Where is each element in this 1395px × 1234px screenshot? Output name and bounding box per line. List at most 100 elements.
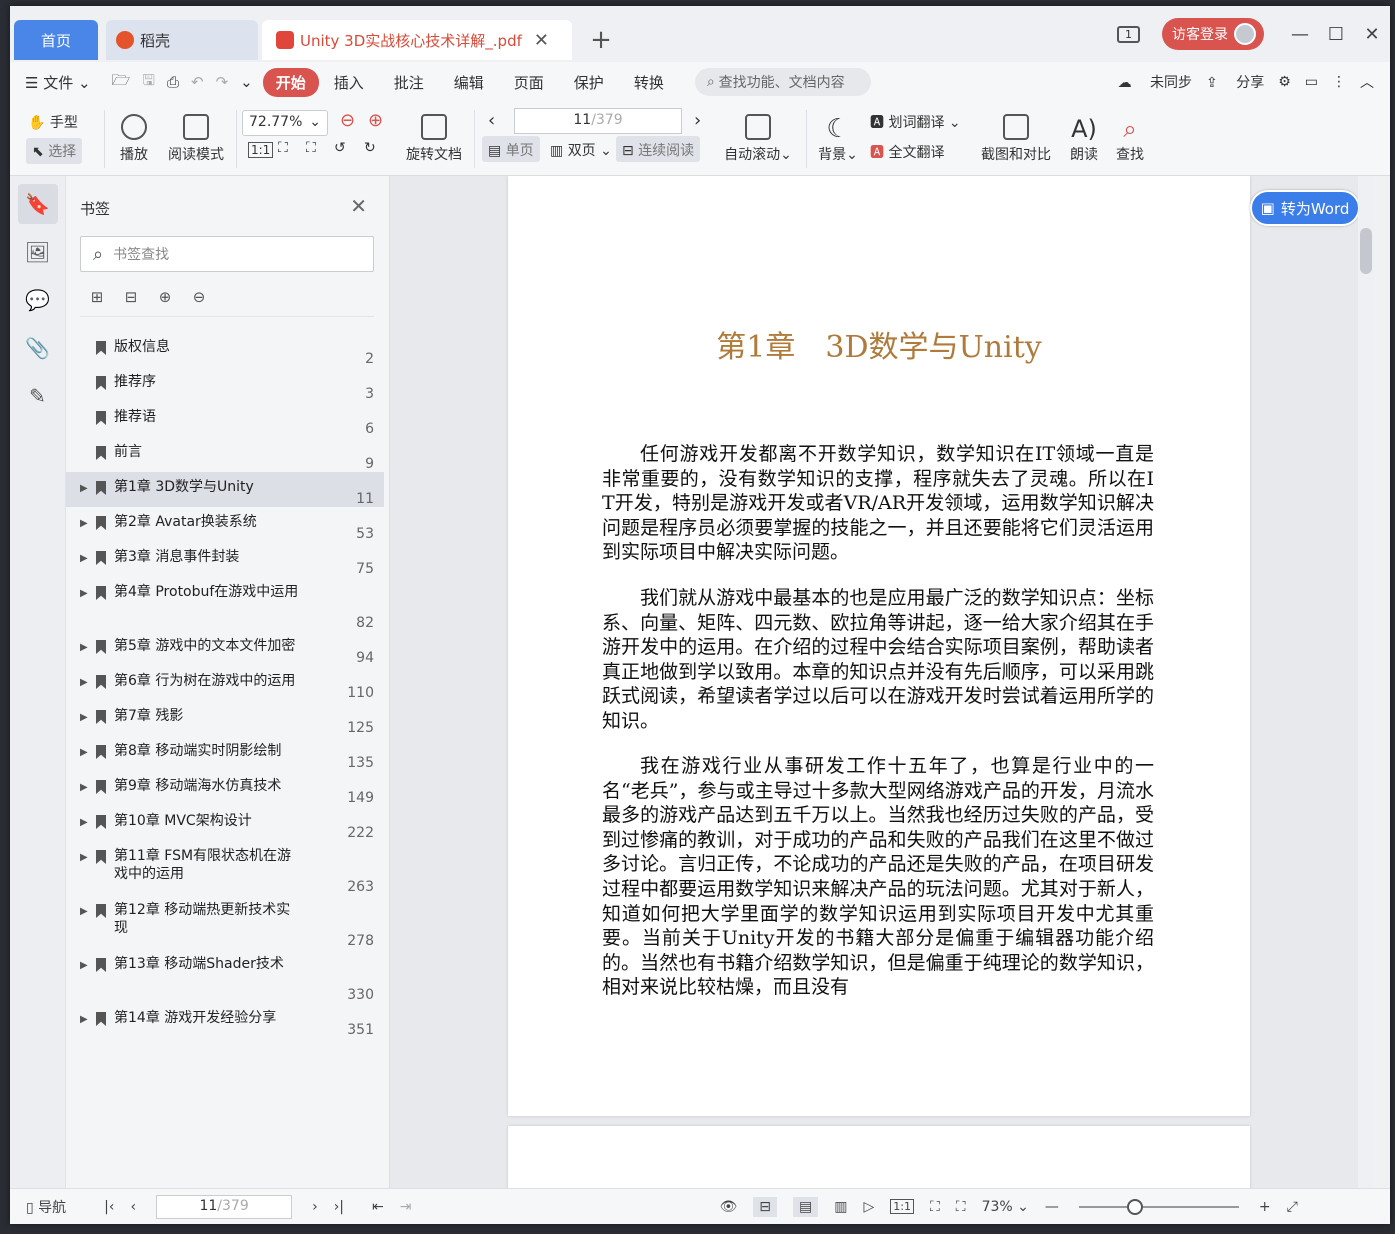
rotate-right-icon[interactable]: ↻ [364,140,376,156]
document-viewport[interactable]: 第1章 3D数学与Unity 任何游戏开发都离不开数学知识，数学知识在IT领域一… [390,176,1374,1188]
thumbnail-icon[interactable]: 🖼 [18,232,58,272]
rotate-doc-button[interactable]: 旋转文档 [402,114,466,164]
read-aloud-button[interactable]: A) 朗读 [1066,114,1102,164]
zoom-out-icon[interactable]: — [1045,1199,1059,1215]
print-icon[interactable]: ⎙ [161,73,185,91]
fit-page-icon[interactable]: ⛶ [278,140,288,156]
expand-arrow-icon[interactable]: ▶ [80,1014,94,1025]
fit-width-icon[interactable]: ⛶ [306,140,316,156]
bookmark-item[interactable]: ▶ 第6章 行为树在游戏中的运用 110 [66,666,384,701]
more-quick-icon[interactable]: ⌄ [234,73,263,91]
bookmark-item[interactable]: 前言 9 [66,437,384,472]
continuous-read-button[interactable]: ⊟ 连续阅读 [616,136,701,162]
fit-page-icon[interactable]: ⛶ [930,1199,940,1215]
minimize-icon[interactable]: — [1282,24,1318,45]
actual-size-icon[interactable]: 1:1 [248,142,274,158]
zoom-slider[interactable] [1078,1198,1239,1215]
bookmark-item[interactable]: ▶ 第11章 FSM有限状态机在游戏中的运用 263 [66,841,384,895]
bookmark-item[interactable]: ▶ 第4章 Protobuf在游戏中运用 82 [66,577,384,631]
menu-annotate[interactable]: 批注 [379,72,439,93]
expand-arrow-icon[interactable]: ▶ [80,852,94,863]
redo-icon[interactable]: ↷ [210,73,235,91]
tab-close-icon[interactable]: ✕ [534,30,549,51]
expand-arrow-icon[interactable]: ▶ [80,747,94,758]
bookmark-item[interactable]: ▶ 第2章 Avatar换装系统 53 [66,507,384,542]
settings-gear-icon[interactable]: ⚙ [1278,74,1291,90]
expand-all-icon[interactable]: ⊞ [80,288,114,306]
open-icon[interactable]: 🗁 [106,70,137,95]
bookmark-item[interactable]: 推荐序 3 [66,367,384,402]
zoom-slider-knob[interactable] [1126,1198,1143,1215]
double-page-mode-icon[interactable]: ▥ [834,1199,847,1215]
annotation-icon[interactable]: 💬 [18,280,58,320]
file-menu[interactable]: ☰ 文件 ⌄ [10,72,106,93]
expand-arrow-icon[interactable]: ▶ [80,483,94,494]
rotate-left-icon[interactable]: ↺ [334,140,346,156]
expand-arrow-icon[interactable]: ▶ [80,588,94,599]
expand-arrow-icon[interactable]: ▶ [80,518,94,529]
menu-convert[interactable]: 转换 [619,72,679,93]
bookmark-icon[interactable]: 🔖 [17,184,58,224]
first-page-icon[interactable]: |‹ [104,1199,114,1215]
nav-toggle[interactable]: ▯ 导航 [26,1197,66,1217]
zoom-in-icon[interactable]: ⊕ [368,110,383,131]
maximize-icon[interactable]: ☐ [1318,24,1354,45]
share-button[interactable]: ⇪ 分享 [1206,72,1264,92]
zoom-select[interactable]: 72.77% ⌄ [242,110,328,136]
fullscreen-icon[interactable]: ⤢ [1287,1199,1298,1215]
fit-width-icon[interactable]: ⛶ [956,1199,966,1215]
bookmark-item[interactable]: ▶ 第3章 消息事件封装 75 [66,542,384,577]
add-bookmark-icon[interactable]: ⊕ [148,288,182,306]
zoom-in-icon[interactable]: + [1259,1199,1271,1215]
zoom-percent[interactable]: 73% ⌄ [982,1199,1029,1215]
prev-page-icon[interactable]: ‹ [130,1199,136,1215]
word-translate-button[interactable]: 🅰 划词翻译 ⌄ [870,112,961,132]
menu-start[interactable]: 开始 [262,67,319,97]
expand-arrow-icon[interactable]: ▶ [80,782,94,793]
remove-bookmark-icon[interactable]: ⊖ [182,288,216,306]
find-button[interactable]: ⌕ 查找 [1110,114,1150,164]
forward-icon[interactable]: ⇥ [400,1199,412,1215]
read-mode-button[interactable]: 阅读模式 [164,114,228,164]
expand-arrow-icon[interactable]: ▶ [80,712,94,723]
bookmark-item[interactable]: ▶ 第10章 MVC架构设计 222 [66,806,384,841]
tab-daoke[interactable]: 稻壳 [106,20,258,60]
bookmark-item[interactable]: ▶ 第14章 游戏开发经验分享 351 [66,1003,384,1038]
menu-insert[interactable]: 插入 [319,72,379,93]
bookmark-item[interactable]: 推荐语 6 [66,402,384,437]
expand-arrow-icon[interactable]: ▶ [80,677,94,688]
window-count-icon[interactable]: 1 [1117,25,1140,43]
hand-tool-button[interactable]: ✋ 手型 [28,112,78,132]
menu-page[interactable]: 页面 [499,72,559,93]
bookmark-item[interactable]: ▶ 第9章 移动端海水仿真技术 149 [66,771,384,806]
prev-page-icon[interactable]: ‹ [488,110,495,131]
tab-document[interactable]: Unity 3D实战核心技术详解_.pdf ✕ [262,20,572,60]
sync-button[interactable]: ☁ 未同步 [1118,72,1192,92]
auto-scroll-button[interactable]: 自动滚动⌄ [722,114,794,164]
collapse-ribbon-icon[interactable]: ︿ [1360,72,1374,92]
expand-arrow-icon[interactable]: ▶ [80,553,94,564]
tab-home[interactable]: 首页 [14,20,98,60]
comment-icon[interactable]: ▭ [1305,74,1318,90]
bookmark-item[interactable]: 版权信息 2 [66,332,384,367]
vertical-scrollbar[interactable] [1358,176,1374,1188]
single-page-button[interactable]: ▤ 单页 [482,136,540,162]
background-button[interactable]: ☾ 背景⌄ [816,114,860,164]
undo-icon[interactable]: ↶ [185,73,210,91]
collapse-all-icon[interactable]: ⊟ [114,288,148,306]
next-page-icon[interactable]: › [312,1199,318,1215]
zoom-out-icon[interactable]: ⊖ [340,110,355,131]
close-window-icon[interactable]: ✕ [1354,24,1390,45]
save-icon[interactable]: 🖫 [136,70,161,95]
find-feature-input[interactable]: ⌕ 查找功能、文档内容 [694,68,871,96]
continuous-mode-icon[interactable]: ⊟ [753,1196,778,1217]
page-number-input[interactable]: 11/379 [514,108,682,134]
expand-arrow-icon[interactable]: ▶ [80,642,94,653]
bookmark-item[interactable]: ▶ 第8章 移动端实时阴影绘制 135 [66,736,384,771]
play-icon[interactable]: ▷ [863,1199,874,1215]
actual-size-icon[interactable]: 1:1 [890,1199,914,1214]
bookmark-search-input[interactable]: ⌕ 书签查找 [80,236,374,272]
more-icon[interactable]: ⋮ [1332,74,1346,90]
select-tool-button[interactable]: ⬉ 选择 [26,138,83,164]
bookmark-item[interactable]: ▶ 第7章 残影 125 [66,701,384,736]
